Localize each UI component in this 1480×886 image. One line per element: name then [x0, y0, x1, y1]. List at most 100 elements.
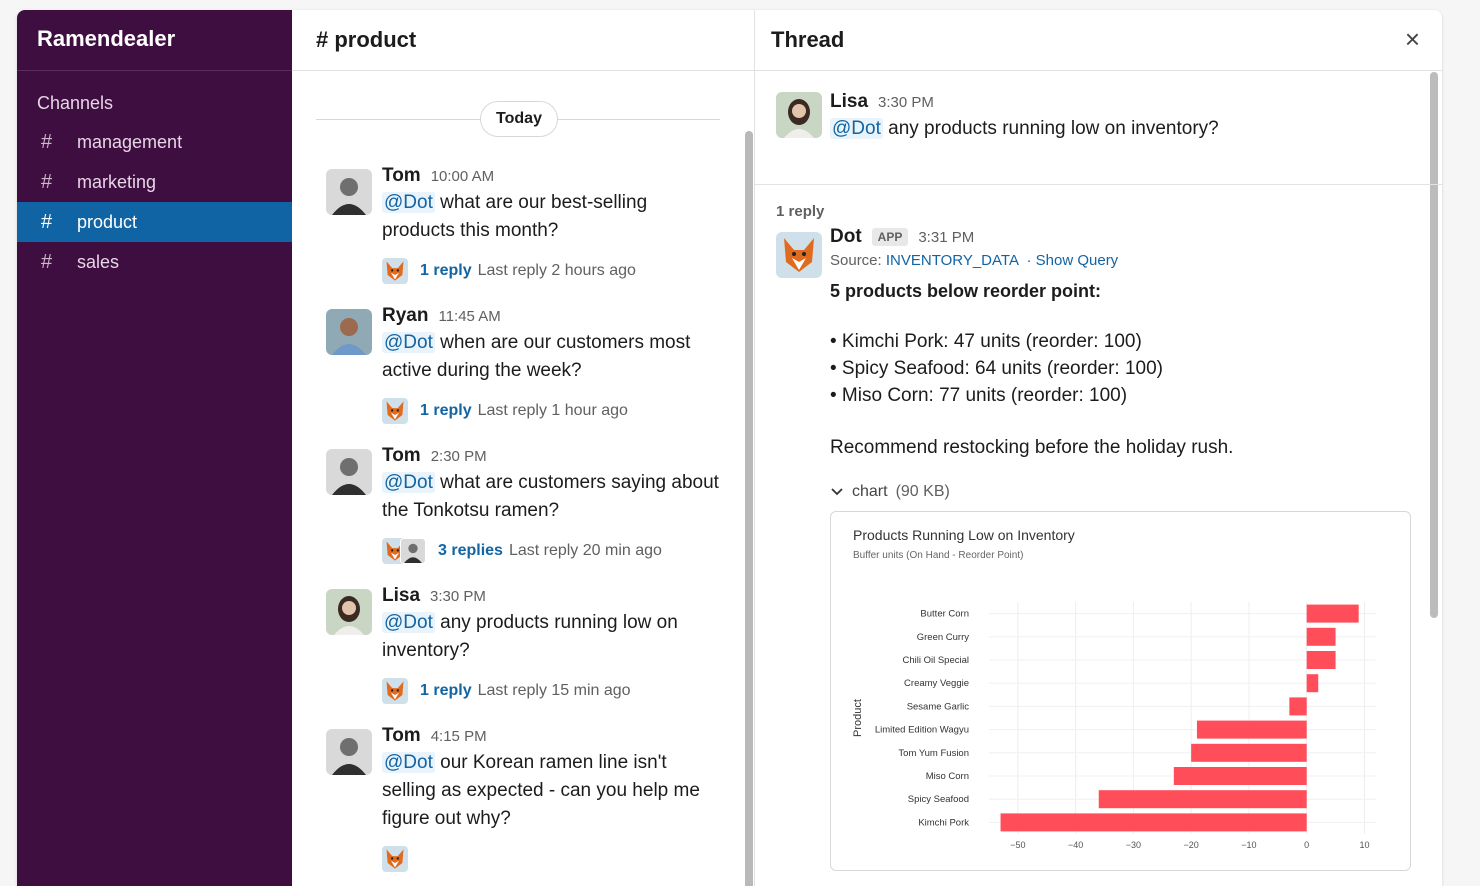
mention[interactable]: @Dot: [830, 118, 883, 139]
workspace-name[interactable]: Ramendealer: [17, 10, 292, 71]
bar-butter-corn[interactable]: [1306, 604, 1359, 623]
sidebar-channel-marketing[interactable]: # marketing: [17, 162, 292, 202]
tom-avatar[interactable]: [326, 729, 372, 775]
message-time[interactable]: 2:30 PM: [431, 448, 487, 465]
bar-spicy-seafood[interactable]: [1098, 790, 1307, 809]
bar-kimchi-pork[interactable]: [1000, 813, 1307, 832]
thread-pane: Thread × Lisa 3:30 PM @Dot any products …: [755, 10, 1442, 886]
channels-header[interactable]: Channels: [17, 71, 292, 122]
recommendation: Recommend restocking before the holiday …: [830, 437, 1234, 458]
chart-subtitle: Buffer units (On Hand - Reorder Point): [853, 550, 1024, 561]
reply-count-link[interactable]: 3 replies: [438, 542, 503, 560]
channel-name: sales: [77, 251, 120, 272]
reply-count-link[interactable]: 1 reply: [420, 262, 472, 280]
source-line: Source: INVENTORY_DATA · Show Query: [830, 252, 1442, 269]
lisa-avatar[interactable]: [776, 92, 822, 138]
bar-sesame-garlic[interactable]: [1289, 697, 1307, 716]
thread-replies[interactable]: 3 replies Last reply 20 min ago: [382, 537, 754, 565]
message-list: Tom 10:00 AM @Dot what are our best-sellin…: [292, 165, 754, 873]
message-item[interactable]: Tom 10:00 AM @Dot what are our best-sellin…: [292, 165, 754, 285]
thread-header: Thread ×: [755, 10, 1442, 71]
message-author[interactable]: Tom: [382, 445, 421, 467]
day-label[interactable]: Today: [480, 101, 558, 137]
bullet-list: • Kimchi Pork: 47 units (reorder: 100) •…: [830, 328, 1442, 409]
mention[interactable]: @Dot: [382, 752, 435, 773]
sidebar-channel-management[interactable]: # management: [17, 122, 292, 162]
source-link[interactable]: INVENTORY_DATA: [886, 252, 1018, 269]
bar-chart: −50 −40 −30 −20 −10 0 10 Butter Corn Green Curry…: [852, 602, 1376, 850]
ryan-avatar[interactable]: [326, 309, 372, 355]
message-item[interactable]: Lisa 3:30 PM @Dot any products running low…: [292, 585, 754, 705]
message-text: any products running low on inventory?: [888, 118, 1219, 139]
message-author[interactable]: Tom: [382, 725, 421, 747]
message-time[interactable]: 3:30 PM: [430, 588, 486, 605]
bullet-item: • Kimchi Pork: 47 units (reorder: 100): [830, 331, 1142, 352]
message-item[interactable]: Tom 2:30 PM @Dot what are customers saying…: [292, 445, 754, 565]
y-tick-label: Chili Oil Special: [902, 655, 969, 666]
attachment-name[interactable]: chart: [852, 483, 888, 501]
y-axis-label: Product: [852, 699, 864, 737]
mention[interactable]: @Dot: [382, 192, 435, 213]
bar-tom-yum-fusion[interactable]: [1191, 743, 1307, 762]
app-window: Ramendealer Channels # management # marketi…: [17, 10, 1442, 886]
lisa-avatar[interactable]: [326, 589, 372, 635]
thread-replies[interactable]: 1 reply Last reply 15 min ago: [382, 677, 754, 705]
y-tick-label: Kimchi Pork: [918, 817, 969, 828]
message-item[interactable]: Tom 4:15 PM @Dot our Korean ramen line isn…: [292, 725, 754, 873]
hash-icon: #: [41, 130, 53, 153]
message-author[interactable]: Lisa: [830, 91, 868, 113]
hash-icon: #: [41, 170, 53, 193]
dot-fox-avatar: [382, 398, 408, 424]
message-author[interactable]: Ryan: [382, 305, 428, 327]
thread-replies[interactable]: [382, 845, 754, 873]
tom-avatar[interactable]: [326, 449, 372, 495]
y-tick-label: Green Curry: [917, 632, 970, 643]
show-query-link[interactable]: · Show Query: [1026, 252, 1118, 269]
message-item[interactable]: Ryan 11:45 AM @Dot when are our customers …: [292, 305, 754, 425]
mention[interactable]: @Dot: [382, 332, 435, 353]
last-reply-time: Last reply 15 min ago: [477, 682, 631, 699]
bar-miso-corn[interactable]: [1173, 767, 1307, 785]
bar-green-curry[interactable]: [1306, 627, 1336, 646]
x-tick-label: −20: [1184, 840, 1199, 850]
bar-creamy-veggie[interactable]: [1306, 674, 1319, 693]
reply-headline: 5 products below reorder point:: [830, 281, 1102, 301]
message-time[interactable]: 4:15 PM: [431, 728, 487, 745]
attachment-toggle[interactable]: chart (90 KB): [830, 483, 1442, 501]
thread-replies[interactable]: 1 reply Last reply 2 hours ago: [382, 257, 754, 285]
chart-card[interactable]: Products Running Low on Inventory Buffer…: [830, 511, 1411, 871]
reply-count-link[interactable]: 1 reply: [420, 402, 472, 420]
attachment-size: (90 KB): [895, 483, 950, 500]
message-author[interactable]: Lisa: [382, 585, 420, 607]
last-reply-time: Last reply 1 hour ago: [477, 402, 628, 419]
close-icon[interactable]: ×: [1405, 24, 1420, 55]
message-time[interactable]: 11:45 AM: [438, 308, 500, 325]
mention[interactable]: @Dot: [382, 612, 435, 633]
mention[interactable]: @Dot: [382, 472, 435, 493]
thread-root-message: Lisa 3:30 PM @Dot any products running l…: [755, 71, 1442, 185]
day-divider: Today: [316, 101, 720, 137]
chevron-down-icon[interactable]: [830, 485, 844, 499]
channel-scroll-thumb[interactable]: [745, 131, 753, 886]
message-time[interactable]: 10:00 AM: [431, 168, 494, 185]
dot-fox-avatar[interactable]: [776, 232, 822, 278]
y-tick-label: Spicy Seafood: [908, 794, 969, 805]
channel-name: product: [77, 211, 138, 232]
bullet-item: • Spicy Seafood: 64 units (reorder: 100): [830, 358, 1164, 379]
hash-icon: #: [41, 250, 53, 273]
bar-chili-oil-special[interactable]: [1306, 651, 1336, 669]
channel-scrollbar[interactable]: [744, 71, 754, 886]
sidebar-channel-sales[interactable]: # sales: [17, 242, 292, 282]
bar-limited-edition-wagyu[interactable]: [1196, 720, 1307, 739]
channel-name: management: [77, 131, 183, 152]
message-author[interactable]: Dot: [830, 226, 862, 248]
reply-count-link[interactable]: 1 reply: [420, 682, 472, 700]
message-author[interactable]: Tom: [382, 165, 421, 187]
x-tick-label: −10: [1241, 840, 1256, 850]
message-time[interactable]: 3:31 PM: [918, 229, 974, 246]
sidebar-channel-product[interactable]: # product: [17, 202, 292, 242]
tom-avatar[interactable]: [326, 169, 372, 215]
thread-replies[interactable]: 1 reply Last reply 1 hour ago: [382, 397, 754, 425]
y-tick-label: Limited Edition Wagyu: [875, 725, 969, 736]
message-time[interactable]: 3:30 PM: [878, 94, 934, 111]
